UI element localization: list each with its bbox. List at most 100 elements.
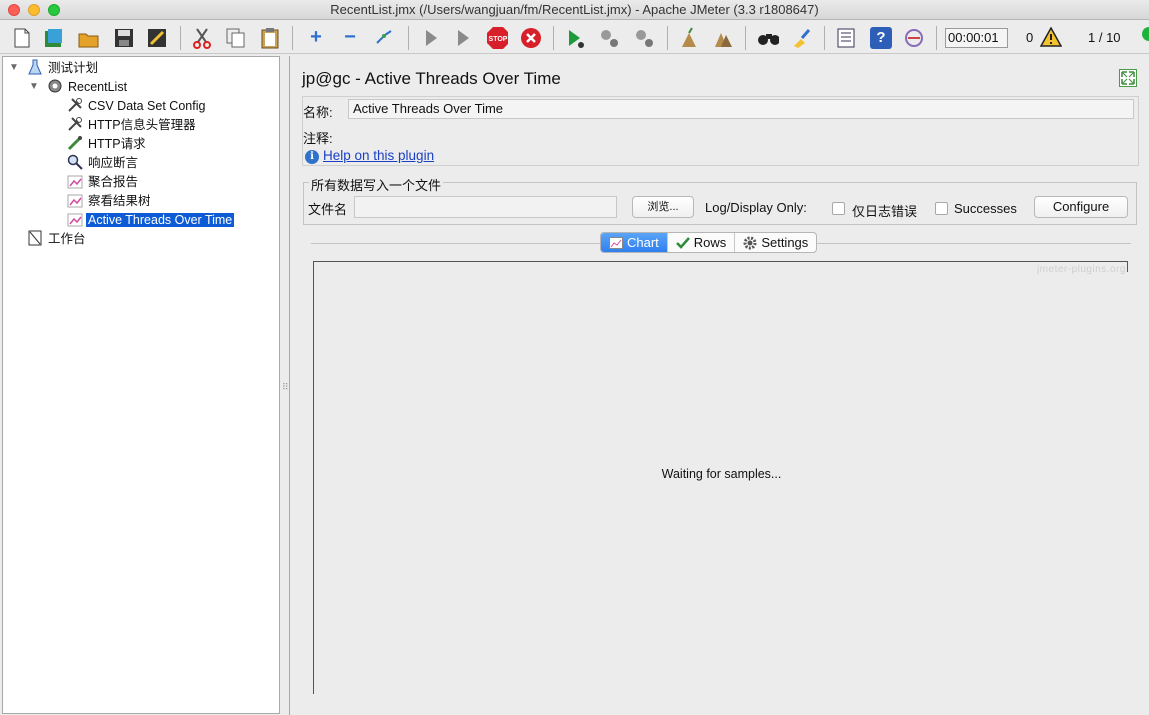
tab-settings[interactable]: Settings <box>735 233 816 252</box>
assertion-magnifier-icon <box>67 154 83 170</box>
expand-toggle-icon[interactable]: ▼ <box>9 62 19 73</box>
gear-icon <box>743 236 757 249</box>
paste-icon <box>259 27 281 49</box>
listener-chart-icon <box>67 211 83 227</box>
window-title-bar: RecentList.jmx (/Users/wangjuan/fm/Recen… <box>0 0 1149 20</box>
expand-toggle-icon[interactable]: ▼ <box>29 81 39 92</box>
help-button[interactable]: ? <box>867 24 895 51</box>
filename-input[interactable] <box>354 196 617 218</box>
config-wrench-icon <box>67 97 83 113</box>
expand-all-button[interactable]: + <box>302 24 330 51</box>
tree-node-label: 聚合报告 <box>88 175 139 189</box>
paste-button[interactable] <box>256 24 284 51</box>
split-pane-divider[interactable]: ⠿ <box>282 382 289 392</box>
collapse-all-button[interactable]: − <box>336 24 364 51</box>
function-helper-button[interactable] <box>832 24 860 51</box>
tree-node-label: HTTP请求 <box>88 137 146 151</box>
tab-label: Settings <box>761 235 809 250</box>
log-display-label: Log/Display Only: <box>705 200 807 215</box>
clear-button[interactable] <box>675 24 703 51</box>
info-icon: i <box>305 150 319 164</box>
clear-all-icon <box>712 27 734 49</box>
tab-label: Rows <box>693 235 727 250</box>
warning-icon[interactable] <box>1039 26 1063 50</box>
remote-stop-button[interactable] <box>595 24 623 51</box>
tree-node-label: RecentList <box>68 80 128 94</box>
toggle-button[interactable] <box>370 24 398 51</box>
start-button[interactable] <box>417 24 445 51</box>
start-no-pauses-button[interactable] <box>449 24 477 51</box>
remote-start-button[interactable] <box>561 24 589 51</box>
open-icon <box>78 27 100 49</box>
name-label: 名称: <box>303 105 333 120</box>
error-count: 0 <box>1026 30 1034 45</box>
config-wrench-icon <box>67 116 83 132</box>
clear-all-button[interactable] <box>709 24 737 51</box>
tree-node-test-plan[interactable]: 测试计划 <box>27 59 100 77</box>
zoom-window-button[interactable] <box>48 4 60 16</box>
tree-node-label: HTTP信息头管理器 <box>88 118 196 132</box>
copy-button[interactable] <box>222 24 250 51</box>
name-field[interactable]: Active Threads Over Time <box>348 99 1134 119</box>
save-as-button[interactable] <box>143 24 171 51</box>
test-plan-tree[interactable]: ▼ 测试计划 ▼ RecentList CSV Data Set Config … <box>2 56 280 714</box>
search-icon <box>757 27 779 49</box>
svg-text:STOP: STOP <box>489 36 508 43</box>
tree-node-http-request[interactable]: HTTP请求 <box>67 135 148 153</box>
tree-node-label: 察看结果树 <box>88 194 151 208</box>
maximize-icon[interactable] <box>1119 69 1137 87</box>
collapse-all-icon: − <box>344 26 356 48</box>
minimize-window-button[interactable] <box>28 4 40 16</box>
logger-button[interactable] <box>900 24 928 51</box>
successes-checkbox[interactable] <box>935 202 948 215</box>
shutdown-button[interactable] <box>517 24 545 51</box>
clear-icon <box>678 26 700 49</box>
listener-chart-icon <box>67 173 83 189</box>
tree-node-csv-data-set-config[interactable]: CSV Data Set Config <box>67 97 207 115</box>
tree-node-response-assertion[interactable]: 响应断言 <box>67 154 140 172</box>
errors-only-checkbox[interactable] <box>832 202 845 215</box>
tree-node-label: 响应断言 <box>88 156 139 170</box>
open-button[interactable] <box>75 24 103 51</box>
new-icon <box>11 27 33 49</box>
tab-chart[interactable]: Chart <box>601 233 668 252</box>
browse-button[interactable]: 浏览... <box>632 196 694 218</box>
new-button[interactable] <box>8 24 36 51</box>
tree-node-view-results-tree[interactable]: 察看结果树 <box>67 192 153 210</box>
component-panel: jp@gc - Active Threads Over Time 名称: Act… <box>289 56 1149 715</box>
tree-node-thread-group[interactable]: RecentList <box>47 78 129 96</box>
tab-rows[interactable]: Rows <box>668 233 736 252</box>
reset-search-icon <box>791 27 813 49</box>
cut-icon <box>191 27 213 49</box>
test-plan-icon <box>27 59 43 75</box>
tree-node-label: Active Threads Over Time <box>86 213 235 227</box>
reset-search-button[interactable] <box>788 24 816 51</box>
successes-label: Successes <box>954 201 1017 216</box>
tree-node-active-threads-over-time[interactable]: Active Threads Over Time <box>67 211 235 229</box>
errors-only-label: 仅日志错误 <box>852 204 918 219</box>
start-no-pauses-icon <box>452 27 474 49</box>
filename-label: 文件名 <box>308 202 348 217</box>
tree-node-label: 测试计划 <box>48 61 99 75</box>
search-button[interactable] <box>754 24 782 51</box>
cut-button[interactable] <box>188 24 216 51</box>
save-button[interactable] <box>110 24 138 51</box>
tree-node-aggregate-report[interactable]: 聚合报告 <box>67 173 140 191</box>
checkmark-icon <box>675 236 690 249</box>
stop-button[interactable]: STOP <box>483 24 511 51</box>
tab-label: Chart <box>627 235 659 250</box>
tree-node-workbench[interactable]: 工作台 <box>27 230 88 248</box>
help-plugin-link[interactable]: Help on this plugin <box>323 148 434 163</box>
tree-node-http-header-manager[interactable]: HTTP信息头管理器 <box>67 116 198 134</box>
results-tabs: Chart Rows Settings <box>600 232 818 253</box>
templates-button[interactable] <box>40 24 68 51</box>
close-window-button[interactable] <box>8 4 20 16</box>
copy-icon <box>225 27 247 49</box>
chart-canvas[interactable]: jmeter-plugins.org Waiting for samples..… <box>313 261 1128 694</box>
elapsed-time-display: 00:00:01 <box>945 28 1008 48</box>
remote-shutdown-button[interactable] <box>630 24 658 51</box>
window-title: RecentList.jmx (/Users/wangjuan/fm/Recen… <box>330 2 819 17</box>
save-icon <box>113 27 135 49</box>
configure-button[interactable]: Configure <box>1034 196 1128 218</box>
expand-all-icon: + <box>310 26 322 48</box>
